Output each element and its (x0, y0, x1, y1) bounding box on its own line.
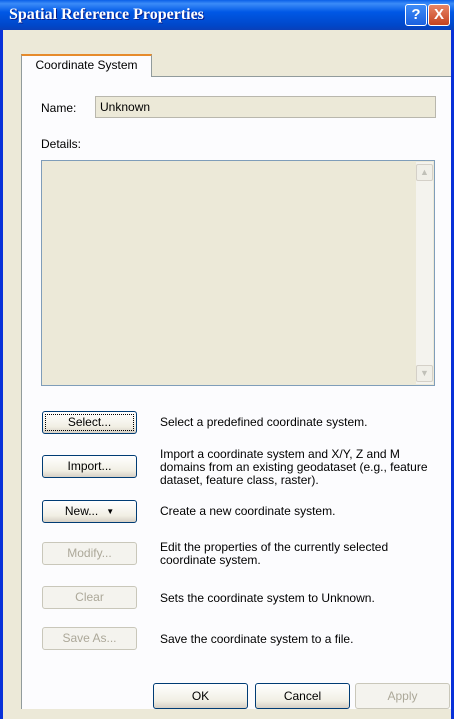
details-label: Details: (41, 137, 82, 151)
select-button[interactable]: Select... (42, 411, 137, 434)
title-bar[interactable]: Spatial Reference Properties ? X (0, 0, 454, 30)
new-button[interactable]: New... ▼ (42, 500, 137, 523)
modify-description: Edit the properties of the currently sel… (160, 540, 389, 567)
window-title: Spatial Reference Properties (9, 6, 204, 23)
cancel-button[interactable]: Cancel (255, 683, 350, 709)
scroll-up-icon[interactable]: ▲ (416, 164, 433, 181)
save-as-button[interactable]: Save As... (42, 627, 137, 650)
tab-coordinate-system[interactable]: Coordinate System (21, 54, 152, 77)
help-button[interactable]: ? (405, 4, 427, 26)
select-button-label: Select... (45, 414, 134, 431)
select-description: Select a predefined coordinate system. (160, 415, 368, 429)
scroll-down-icon[interactable]: ▼ (416, 365, 433, 382)
new-description: Create a new coordinate system. (160, 504, 336, 518)
name-field: Unknown (95, 96, 436, 118)
apply-button[interactable]: Apply (355, 683, 450, 709)
modify-button[interactable]: Modify... (42, 542, 137, 565)
name-label: Name: (41, 101, 77, 115)
details-scrollbar[interactable]: ▲ ▼ (416, 162, 433, 384)
import-button[interactable]: Import... (42, 455, 137, 478)
save-as-description: Save the coordinate system to a file. (160, 632, 354, 646)
clear-button[interactable]: Clear (42, 586, 137, 609)
close-button[interactable]: X (428, 4, 450, 26)
dropdown-arrow-icon: ▼ (106, 507, 115, 517)
ok-button[interactable]: OK (153, 683, 248, 709)
details-textarea[interactable]: ▲ ▼ (41, 160, 435, 386)
import-description: Import a coordinate system and X/Y, Z an… (160, 447, 428, 487)
new-button-label: New... (64, 504, 99, 518)
clear-description: Sets the coordinate system to Unknown. (160, 591, 375, 605)
